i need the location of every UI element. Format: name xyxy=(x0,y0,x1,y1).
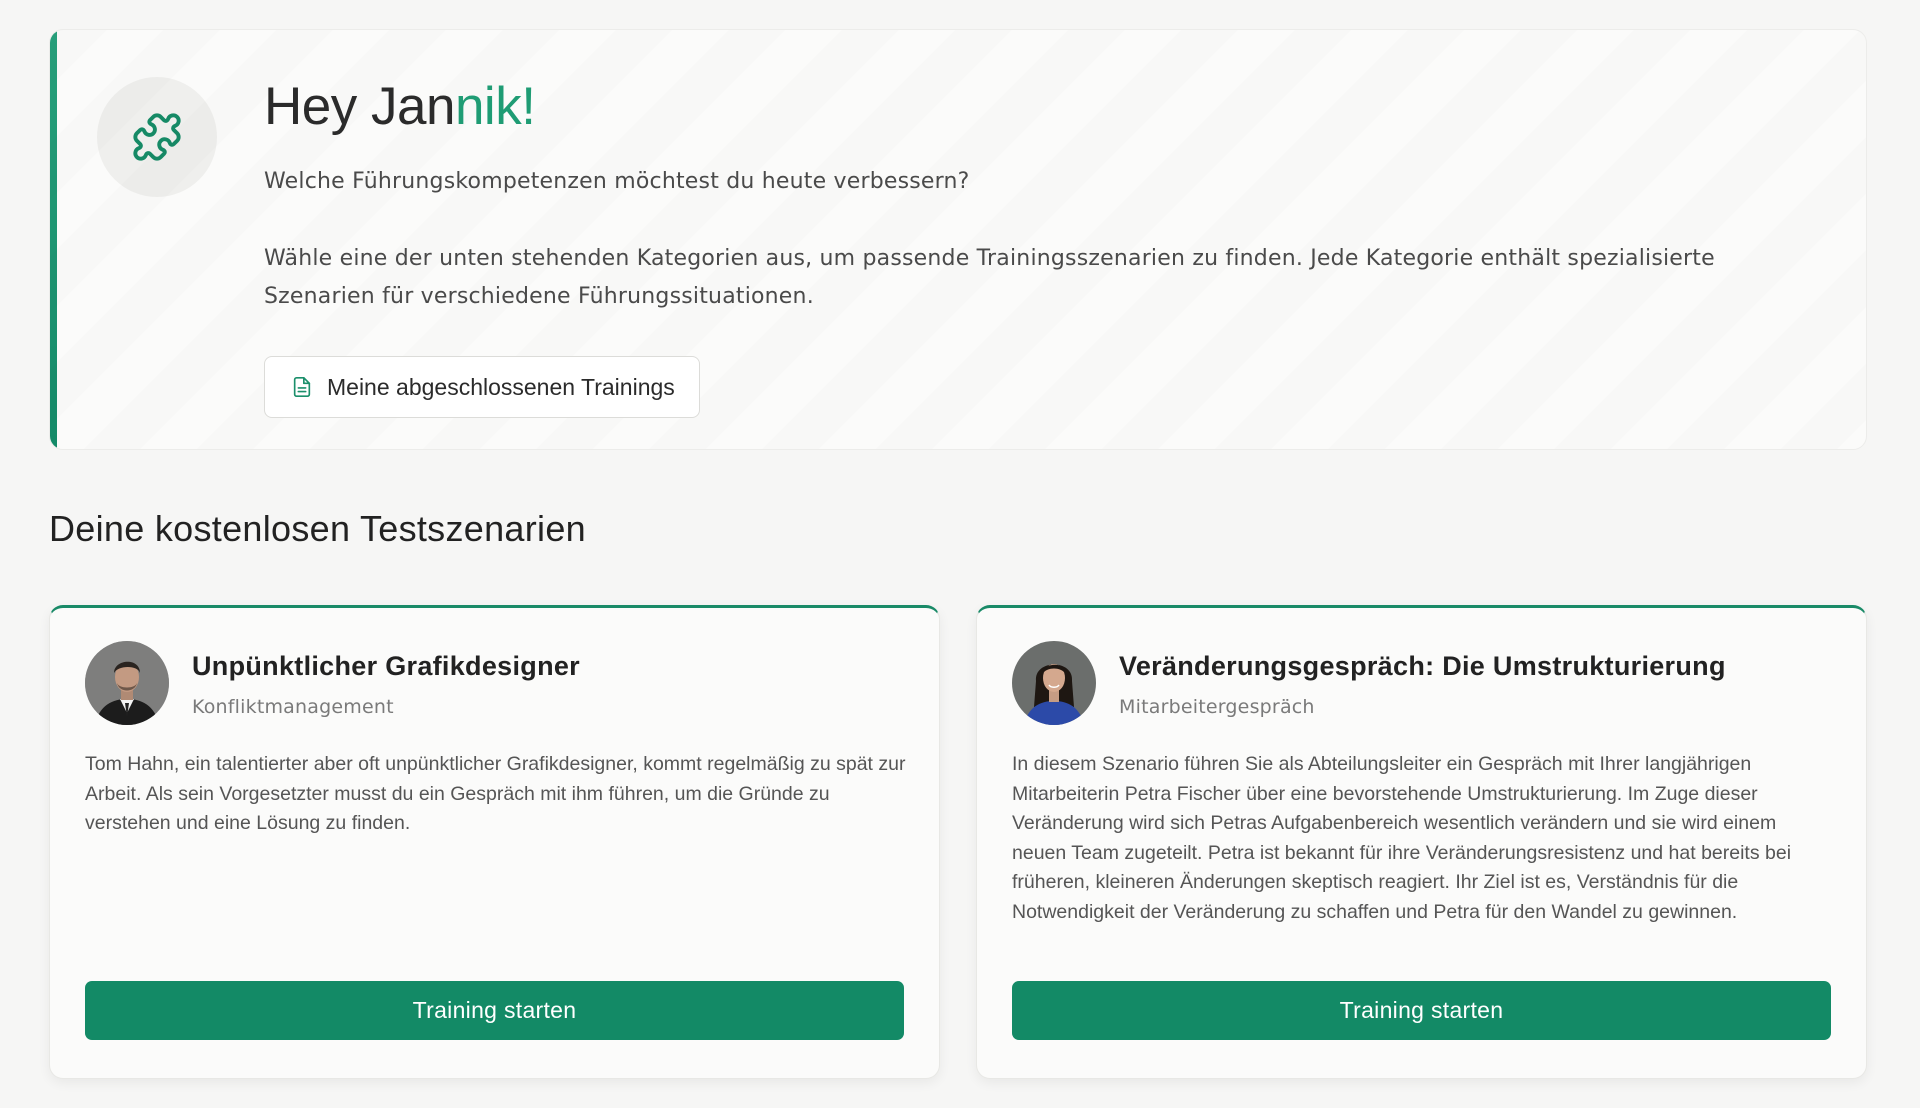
male-avatar xyxy=(85,641,169,725)
scenario-description: In diesem Szenario führen Sie als Abteil… xyxy=(1012,753,1792,923)
scenario-card: Veränderungsgespräch: Die Umstrukturieru… xyxy=(976,605,1867,1079)
document-icon xyxy=(293,377,311,397)
greeting-name-accent: nik! xyxy=(454,77,536,136)
welcome-subtitle: Welche Führungskompetenzen möchtest du h… xyxy=(264,169,970,194)
scenario-category: Konfliktmanagement xyxy=(192,696,394,718)
greeting-name-prefix: Hey Jan xyxy=(264,77,455,136)
start-training-button[interactable]: Training starten xyxy=(1012,981,1831,1040)
welcome-body: Hey Jannik! Welche Führungskompetenzen m… xyxy=(264,75,1824,418)
female-avatar xyxy=(1012,641,1096,725)
page: Hey Jannik! Welche Führungskompetenzen m… xyxy=(0,0,1920,1108)
welcome-card: Hey Jannik! Welche Führungskompetenzen m… xyxy=(49,29,1867,450)
scenario-title: Unpünktlicher Grafikdesigner xyxy=(192,651,580,681)
puzzle-icon-container xyxy=(97,77,217,197)
greeting-heading: Hey Jannik! xyxy=(264,75,1824,139)
section-title: Deine kostenlosen Testszenarien xyxy=(49,508,586,549)
scenario-description: Tom Hahn, ein talentierter aber oft unpü… xyxy=(85,753,906,834)
puzzle-icon xyxy=(133,113,181,161)
start-training-button[interactable]: Training starten xyxy=(85,981,904,1040)
welcome-description: Wähle eine der unten stehenden Kategorie… xyxy=(264,246,1715,309)
scenario-card: Unpünktlicher Grafikdesigner Konfliktman… xyxy=(49,605,940,1079)
scenario-category: Mitarbeitergespräch xyxy=(1119,696,1315,718)
completed-trainings-button[interactable]: Meine abgeschlossenen Trainings xyxy=(264,356,700,418)
scenario-title: Veränderungsgespräch: Die Umstrukturieru… xyxy=(1119,651,1726,681)
completed-trainings-label: Meine abgeschlossenen Trainings xyxy=(327,373,675,400)
